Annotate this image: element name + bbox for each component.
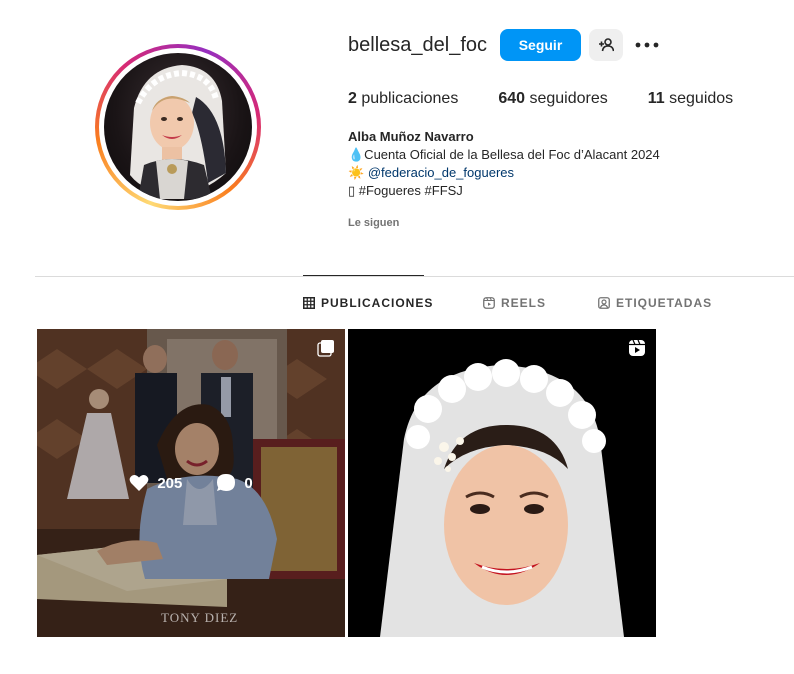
comment-icon bbox=[217, 474, 236, 491]
tab-publicaciones-label: PUBLICACIONES bbox=[321, 296, 434, 310]
followed-by-link[interactable]: Le siguen bbox=[348, 217, 399, 229]
tab-etiquetadas[interactable]: ETIQUETADAS bbox=[598, 296, 712, 310]
tab-reels-label: REELS bbox=[501, 296, 547, 310]
following-count: 11 bbox=[647, 90, 665, 107]
carousel-icon bbox=[317, 339, 335, 362]
grid-icon bbox=[303, 297, 315, 309]
posts-label: publicaciones bbox=[361, 90, 459, 107]
bio-line-3: ▯ #Fogueres #FFSJ bbox=[348, 183, 463, 198]
tab-publicaciones[interactable]: PUBLICACIONES bbox=[303, 296, 433, 310]
bio-mention-link[interactable]: @federacio_de_fogueres bbox=[368, 165, 514, 180]
heart-icon bbox=[129, 475, 149, 491]
avatar-gap bbox=[99, 48, 257, 206]
followers-label: seguidores bbox=[529, 90, 608, 107]
reel-icon-svg bbox=[629, 339, 645, 356]
add-person-icon bbox=[599, 38, 614, 52]
tagged-icon bbox=[598, 297, 610, 309]
profile-stats: 2 publicaciones 640 seguidores 11 seguid… bbox=[348, 90, 773, 108]
reel-icon bbox=[628, 339, 646, 362]
tab-etiquetadas-label: ETIQUETADAS bbox=[616, 296, 713, 310]
post-1-comments-count: 0 bbox=[244, 474, 253, 492]
follow-button[interactable]: Seguir bbox=[500, 29, 581, 61]
profile-avatar[interactable] bbox=[104, 53, 252, 201]
post-2-image bbox=[348, 329, 656, 637]
followers-count: 640 bbox=[498, 90, 526, 107]
avatar-portrait bbox=[130, 65, 226, 199]
active-tab-indicator bbox=[303, 275, 424, 276]
carousel-icon-svg bbox=[317, 340, 334, 357]
post-thumbnail-1[interactable]: 205 0 TONY DIEZ bbox=[37, 329, 345, 637]
bio-line-2-prefix: ☀️ bbox=[348, 165, 368, 180]
tabs-divider bbox=[35, 276, 794, 277]
profile-username: bellesa_del_foc bbox=[348, 34, 487, 56]
post-1-comments: 0 bbox=[216, 473, 253, 493]
profile-bio: Alba Muñoz Navarro 💧Cuenta Oficial de la… bbox=[348, 128, 660, 200]
reels-icon bbox=[483, 297, 495, 309]
post-1-watermark: TONY DIEZ bbox=[161, 610, 239, 625]
profile-full-name: Alba Muñoz Navarro bbox=[348, 129, 474, 144]
profile-tabs: PUBLICACIONES REELS ETIQUETADAS bbox=[0, 296, 794, 316]
tab-reels[interactable]: REELS bbox=[483, 296, 546, 310]
following-label: seguidos bbox=[669, 90, 734, 107]
post-1-likes: 205 bbox=[129, 474, 182, 492]
more-icon bbox=[635, 42, 659, 48]
post-thumbnail-2[interactable] bbox=[348, 329, 656, 637]
more-options-button[interactable] bbox=[634, 33, 660, 57]
bio-line-2: ☀️ @federacio_de_fogueres bbox=[348, 164, 660, 182]
posts-stat: 2 publicaciones bbox=[348, 90, 458, 108]
following-stat[interactable]: 11 seguidos bbox=[648, 90, 733, 108]
post-1-likes-count: 205 bbox=[157, 474, 183, 492]
similar-accounts-button[interactable] bbox=[589, 29, 623, 61]
profile-avatar-ring[interactable] bbox=[95, 44, 261, 210]
bio-line-1: 💧Cuenta Oficial de la Bellesa del Foc d’… bbox=[348, 147, 660, 162]
post-1-hover-overlay: 205 0 bbox=[37, 329, 345, 637]
posts-count: 2 bbox=[348, 90, 357, 107]
followers-stat[interactable]: 640 seguidores bbox=[498, 90, 607, 108]
